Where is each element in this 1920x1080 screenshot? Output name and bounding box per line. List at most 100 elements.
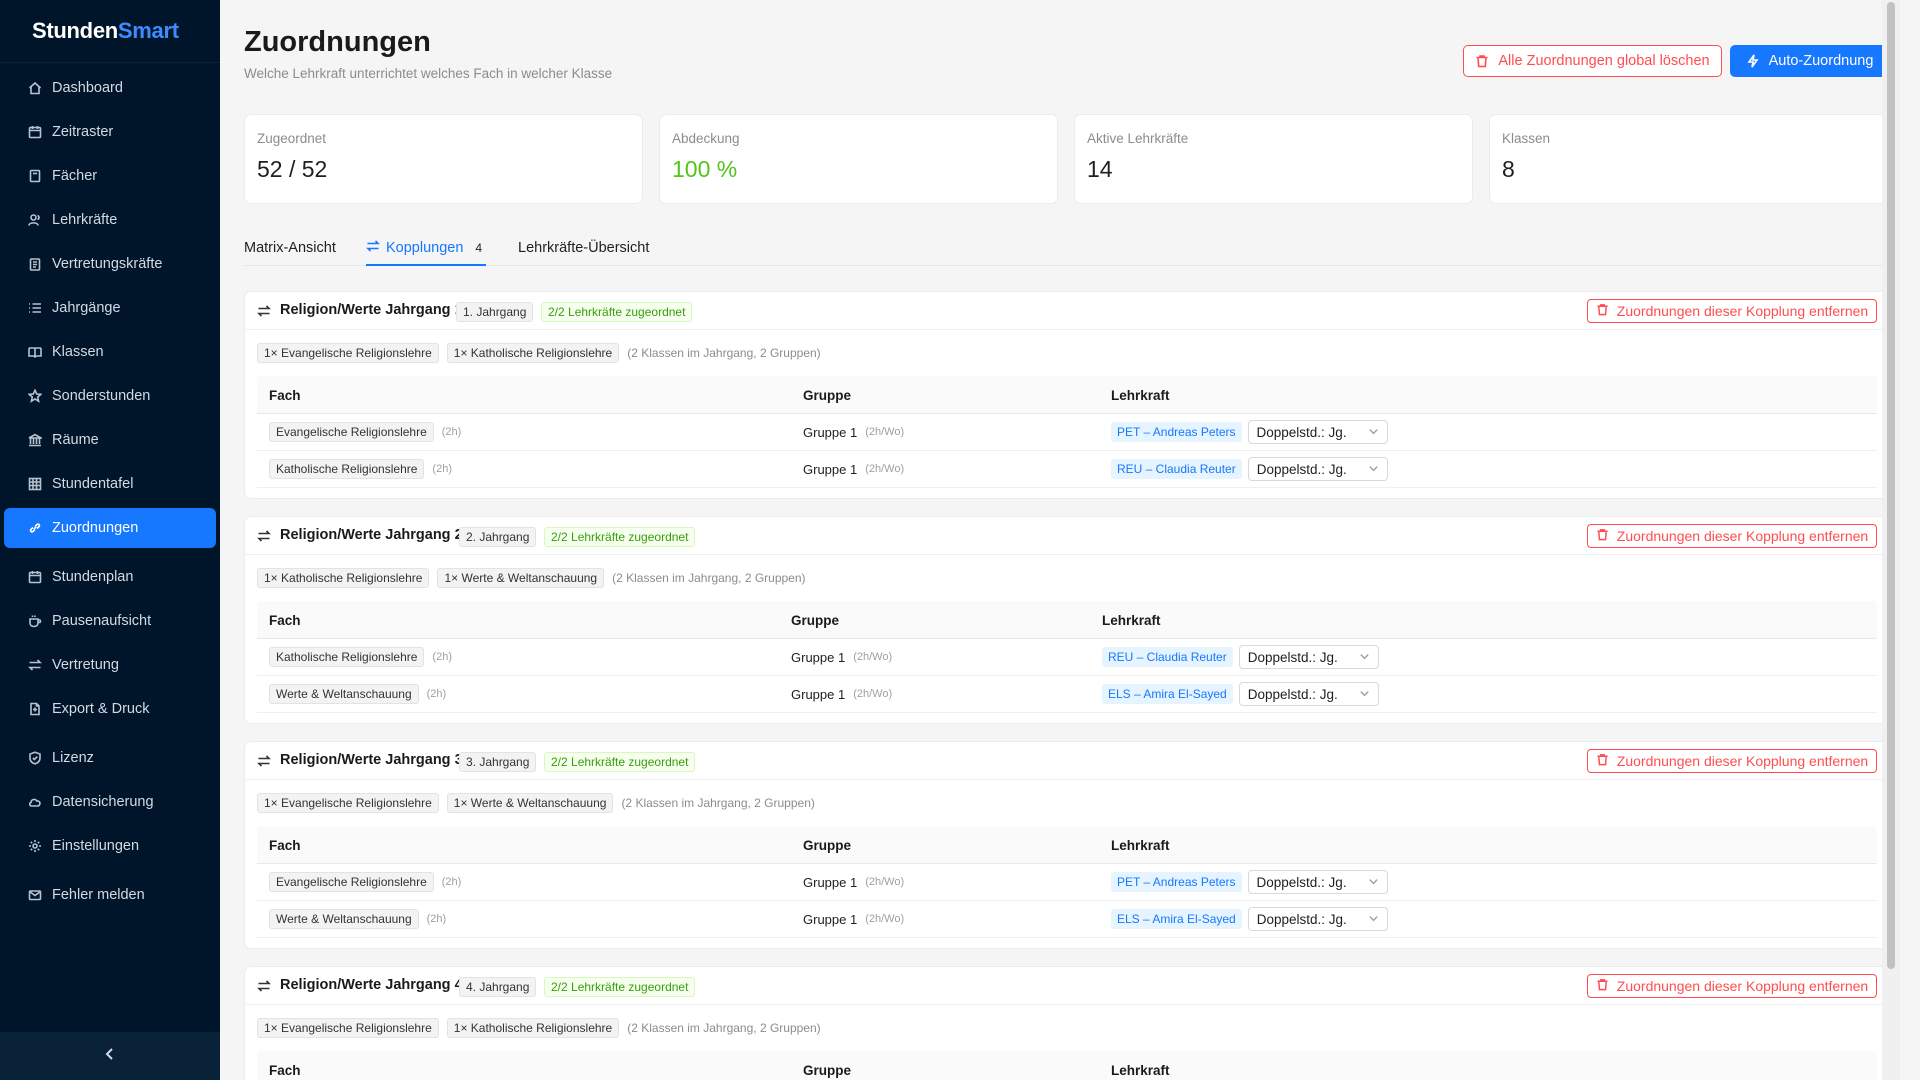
app-logo[interactable]: Stunden Smart xyxy=(0,0,220,63)
coupling-card-header: Religion/Werte Jahrgang 3 3. Jahrgang 2/… xyxy=(245,742,1888,780)
coupling-title: Religion/Werte Jahrgang 2 xyxy=(280,527,463,543)
remove-label: Zuordnungen dieser Kopplung entfernen xyxy=(1616,303,1869,319)
bank-icon xyxy=(28,433,42,447)
sidebar-item-stundentafel[interactable]: Stundentafel xyxy=(4,464,216,504)
coupling-table: Fach Gruppe Lehrkraft Evangelische Relig… xyxy=(257,376,1877,488)
home-icon xyxy=(28,81,42,95)
brand-name: Stunden xyxy=(32,18,118,43)
sidebar-item-jahrgaenge[interactable]: Jahrgänge xyxy=(4,288,216,328)
hours-text: (2h) xyxy=(432,651,452,663)
page-scrollbar[interactable] xyxy=(1882,0,1900,1080)
tab-label: Lehrkräfte-Übersicht xyxy=(518,240,650,256)
group-text: Gruppe 1 xyxy=(803,911,858,927)
table-header: Fach Gruppe Lehrkraft xyxy=(257,601,1877,639)
book-icon xyxy=(28,169,42,183)
sidebar-item-dashboard[interactable]: Dashboard xyxy=(4,68,216,108)
sidebar-item-export-druck[interactable]: Export & Druck xyxy=(4,689,216,729)
stat-value: 8 xyxy=(1502,156,1515,182)
coupling-table: Fach Gruppe Lehrkraft Evangelische Relig… xyxy=(257,826,1877,938)
sidebar-item-raeume[interactable]: Räume xyxy=(4,420,216,460)
coupling-table: Fach Gruppe Lehrkraft Katholische Religi… xyxy=(257,601,1877,713)
remove-coupling-assignments-button[interactable]: Zuordnungen dieser Kopplung entfernen xyxy=(1587,524,1877,548)
swap-icon xyxy=(257,979,271,993)
page-title: Zuordnungen xyxy=(244,26,431,58)
delete-all-assignments-button[interactable]: Alle Zuordnungen global löschen xyxy=(1463,45,1722,77)
auto-assign-button[interactable]: Auto-Zuordnung xyxy=(1730,45,1889,77)
sidebar: Stunden Smart Dashboard Zeitraster Fächer… xyxy=(0,0,220,1080)
coupling-note: (2 Klassen im Jahrgang, 2 Gruppen) xyxy=(612,571,806,585)
sidebar-item-klassen[interactable]: Klassen xyxy=(4,332,216,372)
remove-coupling-assignments-button[interactable]: Zuordnungen dieser Kopplung entfernen xyxy=(1587,974,1877,998)
sidebar-item-lizenz[interactable]: Lizenz xyxy=(4,738,216,778)
remove-label: Zuordnungen dieser Kopplung entfernen xyxy=(1616,528,1869,544)
chevron-down-icon xyxy=(1359,687,1370,702)
hours-text: (2h/Wo) xyxy=(865,463,905,475)
double-period-select[interactable]: Doppelstd.: Jg. xyxy=(1238,645,1379,669)
sidebar-item-stundenplan[interactable]: Stundenplan xyxy=(4,557,216,597)
sidebar-item-label: Stundenplan xyxy=(52,569,134,585)
teacher-tag[interactable]: REU – Claudia Reuter xyxy=(1111,459,1242,479)
remove-label: Zuordnungen dieser Kopplung entfernen xyxy=(1616,978,1869,994)
sidebar-item-datensicherung[interactable]: Datensicherung xyxy=(4,782,216,822)
hours-text: (2h/Wo) xyxy=(865,426,905,438)
swap-icon xyxy=(257,304,271,318)
table-row: Katholische Religionslehre (2h) Gruppe 1 (… xyxy=(257,639,1877,676)
sidebar-item-label: Zuordnungen xyxy=(52,520,139,536)
assigned-status-tag: 2/2 Lehrkräfte zugeordnet xyxy=(544,977,696,997)
stat-card-klassen: Klassen 8 xyxy=(1489,114,1888,204)
coupling-card-header: Religion/Werte Jahrgang 2 2. Jahrgang 2/… xyxy=(245,517,1888,555)
grade-tag: 1. Jahrgang xyxy=(456,302,534,322)
tab-kopplungen[interactable]: Kopplungen 4 xyxy=(366,236,482,260)
select-value: Doppelstd.: Jg. xyxy=(1247,686,1338,702)
sidebar-item-pausenaufsicht[interactable]: Pausenaufsicht xyxy=(4,601,216,641)
tab-matrix-ansicht[interactable]: Matrix-Ansicht xyxy=(244,236,336,260)
subject-tag: 1× Katholische Religionslehre xyxy=(446,1018,620,1038)
sidebar-item-lehrkraefte[interactable]: Lehrkräfte xyxy=(4,200,216,240)
hours-text: (2h) xyxy=(441,426,462,438)
sidebar-item-zeitraster[interactable]: Zeitraster xyxy=(4,112,216,152)
group-text: Gruppe 1 xyxy=(803,874,858,890)
double-period-select[interactable]: Doppelstd.: Jg. xyxy=(1247,907,1388,931)
select-value: Doppelstd.: Jg. xyxy=(1256,461,1347,477)
tab-label: Matrix-Ansicht xyxy=(244,240,336,256)
teacher-tag[interactable]: PET – Andreas Peters xyxy=(1111,872,1242,892)
sidebar-item-faecher[interactable]: Fächer xyxy=(4,156,216,196)
stat-label: Aktive Lehrkräfte xyxy=(1087,131,1189,146)
sidebar-item-label: Pausenaufsicht xyxy=(52,613,152,629)
remove-coupling-assignments-button[interactable]: Zuordnungen dieser Kopplung entfernen xyxy=(1587,749,1877,773)
sidebar-item-zuordnungen[interactable]: Zuordnungen xyxy=(4,508,216,548)
grade-tag: 2. Jahrgang xyxy=(459,527,537,547)
hours-text: (2h) xyxy=(426,688,447,700)
hours-text: (2h) xyxy=(441,876,462,888)
grade-tag: 3. Jahrgang xyxy=(459,752,537,772)
tab-count-badge: 4 xyxy=(475,241,483,255)
sidebar-item-einstellungen[interactable]: Einstellungen xyxy=(4,826,216,866)
column-header-gruppe: Gruppe xyxy=(803,1063,852,1078)
double-period-select[interactable]: Doppelstd.: Jg. xyxy=(1247,420,1388,444)
coupling-card-header: Religion/Werte Jahrgang 1 1. Jahrgang 2/… xyxy=(245,292,1888,330)
assigned-status-tag: 2/2 Lehrkräfte zugeordnet xyxy=(544,527,696,547)
sidebar-item-vertretungskraefte[interactable]: Vertretungskräfte xyxy=(4,244,216,284)
coupling-subjects: 1× Evangelische Religionslehre 1× Kathol… xyxy=(257,342,821,364)
sidebar-item-label: Lehrkräfte xyxy=(52,212,118,228)
teacher-tag[interactable]: REU – Claudia Reuter xyxy=(1102,647,1233,667)
scrollbar-thumb[interactable] xyxy=(1887,2,1895,969)
active-tab-indicator xyxy=(366,264,486,266)
sidebar-collapse-button[interactable] xyxy=(0,1032,220,1080)
trash-icon xyxy=(1596,303,1617,319)
sidebar-item-fehler-melden[interactable]: Fehler melden xyxy=(4,875,216,915)
double-period-select[interactable]: Doppelstd.: Jg. xyxy=(1247,457,1388,481)
sidebar-item-vertretung[interactable]: Vertretung xyxy=(4,645,216,685)
teacher-tag[interactable]: PET – Andreas Peters xyxy=(1111,422,1242,442)
sidebar-item-sonderstunden[interactable]: Sonderstunden xyxy=(4,376,216,416)
link-icon xyxy=(28,521,42,535)
column-header-lehrkraft: Lehrkraft xyxy=(1111,1063,1170,1078)
tab-lehrkraefte-uebersicht[interactable]: Lehrkräfte-Übersicht xyxy=(518,236,649,260)
double-period-select[interactable]: Doppelstd.: Jg. xyxy=(1247,870,1388,894)
assigned-status-tag: 2/2 Lehrkräfte zugeordnet xyxy=(544,752,696,772)
teacher-tag[interactable]: ELS – Amira El-Sayed xyxy=(1111,909,1242,929)
double-period-select[interactable]: Doppelstd.: Jg. xyxy=(1238,682,1379,706)
hours-text: (2h/Wo) xyxy=(865,876,905,888)
teacher-tag[interactable]: ELS – Amira El-Sayed xyxy=(1102,684,1233,704)
remove-coupling-assignments-button[interactable]: Zuordnungen dieser Kopplung entfernen xyxy=(1587,299,1877,323)
